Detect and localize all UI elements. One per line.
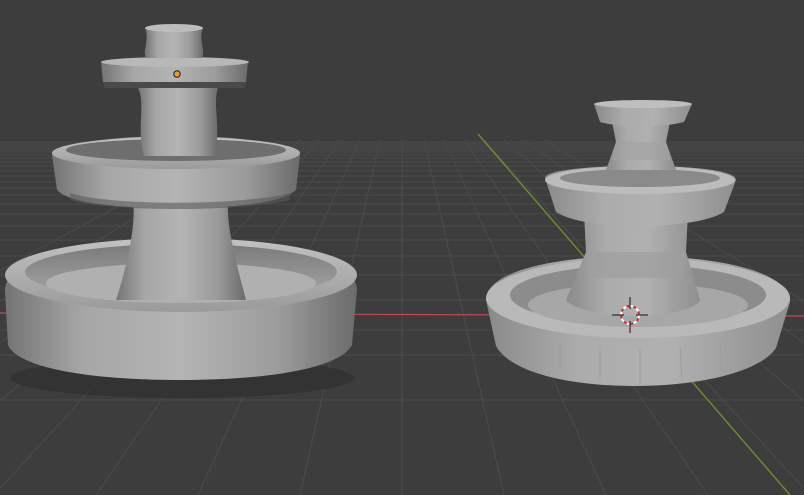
3d-viewport[interactable] xyxy=(0,0,804,495)
viewport-canvas[interactable] xyxy=(0,0,804,495)
smooth-fountain[interactable] xyxy=(5,24,357,398)
faceted-fountain[interactable] xyxy=(486,100,790,386)
object-origin-icon[interactable] xyxy=(173,70,181,78)
